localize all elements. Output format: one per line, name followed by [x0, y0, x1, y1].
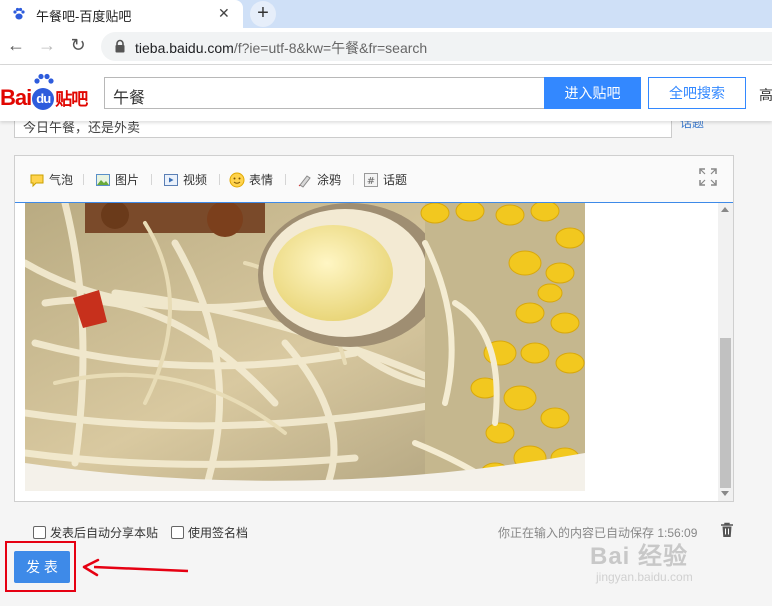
baidu-paw-icon	[13, 7, 25, 20]
tool-topic-label: 话题	[383, 173, 408, 187]
all-tieba-search-button[interactable]: 全吧搜索	[648, 77, 746, 109]
enter-tieba-button[interactable]: 进入贴吧	[544, 77, 641, 109]
topic-icon: #	[364, 172, 378, 187]
fullscreen-icon[interactable]	[699, 168, 717, 186]
close-icon[interactable]: ✕	[218, 5, 230, 22]
lunch-photo	[25, 203, 585, 491]
address-bar[interactable]: tieba.baidu.com/f?ie=utf-8&kw=午餐&fr=sear…	[101, 32, 772, 61]
tool-graffiti-label: 涂鸦	[317, 173, 342, 187]
tool-graffiti[interactable]: 涂鸦	[297, 171, 341, 188]
search-input[interactable]: 午餐	[104, 77, 544, 109]
signature-option[interactable]: 使用签名档	[171, 524, 248, 541]
browser-toolbar: ← → ↻ tieba.baidu.com/f?ie=utf-8&kw=午餐&f…	[0, 28, 772, 65]
auto-share-option[interactable]: 发表后自动分享本贴	[33, 524, 158, 541]
tool-picture-label: 图片	[115, 173, 140, 187]
scroll-thumb[interactable]	[720, 338, 731, 488]
picture-icon	[96, 173, 110, 186]
tool-emoji-label: 表情	[249, 173, 274, 187]
watermark-url: jingyan.baidu.com	[596, 570, 693, 584]
divider	[219, 174, 220, 185]
scroll-up-icon[interactable]	[721, 207, 729, 212]
divider	[151, 174, 152, 185]
tool-video[interactable]: 视频	[163, 171, 207, 188]
forward-icon[interactable]: →	[37, 35, 57, 55]
logo-tieba: 贴吧	[55, 90, 88, 109]
url-domain: tieba.baidu.com	[135, 40, 234, 56]
search-input-value: 午餐	[113, 90, 146, 107]
reload-icon[interactable]: ↻	[68, 35, 88, 55]
tab-title: 午餐吧-百度贴吧	[36, 9, 132, 24]
video-icon	[164, 173, 178, 186]
scroll-down-icon[interactable]	[721, 491, 729, 496]
logo-bai: Bai	[0, 85, 32, 110]
post-button[interactable]: 发 表	[14, 551, 70, 583]
tool-bubble[interactable]: 气泡	[29, 171, 73, 188]
trash-icon[interactable]	[720, 522, 734, 538]
editor-content[interactable]	[15, 203, 733, 501]
back-icon[interactable]: ←	[6, 35, 26, 55]
watermark: Bai 经验	[590, 543, 689, 570]
header-edge-text[interactable]: 高	[759, 85, 772, 105]
editor-scrollbar[interactable]	[718, 203, 733, 501]
new-tab-button[interactable]: +	[250, 1, 276, 27]
graffiti-icon	[298, 174, 311, 188]
tool-bubble-label: 气泡	[49, 173, 74, 187]
signature-label: 使用签名档	[188, 526, 249, 540]
divider	[353, 174, 354, 185]
url-path: /f?ie=utf-8&kw=午餐&fr=search	[233, 40, 428, 56]
lock-icon	[115, 39, 125, 53]
post-editor: 气泡 图片 视频 表情 涂鸦 # 话题	[14, 155, 734, 502]
tieba-header: Bai du 贴吧 午餐 进入贴吧 全吧搜索 高	[0, 65, 772, 121]
red-arrow-annotation	[82, 558, 189, 577]
logo-text: Bai du 贴吧	[0, 85, 88, 111]
tool-emoji[interactable]: 表情	[229, 171, 273, 188]
browser-tab[interactable]: 午餐吧-百度贴吧 ✕	[0, 0, 243, 28]
baidu-tieba-logo[interactable]: Bai du 贴吧	[0, 73, 100, 111]
tool-picture[interactable]: 图片	[95, 171, 139, 188]
tool-topic[interactable]: # 话题	[363, 171, 407, 188]
signature-checkbox[interactable]	[171, 526, 184, 539]
emoji-icon	[229, 172, 245, 187]
logo-du: du	[32, 88, 55, 111]
bubble-icon	[30, 174, 44, 187]
auto-share-label: 发表后自动分享本贴	[50, 526, 159, 540]
browser-tabstrip: 午餐吧-百度贴吧 ✕ +	[0, 0, 772, 28]
auto-share-checkbox[interactable]	[33, 526, 46, 539]
divider	[83, 174, 84, 185]
tool-video-label: 视频	[183, 173, 208, 187]
svg-text:#: #	[367, 176, 375, 187]
editor-toolbar: 气泡 图片 视频 表情 涂鸦 # 话题	[15, 156, 733, 203]
divider	[285, 174, 286, 185]
url-text: tieba.baidu.com/f?ie=utf-8&kw=午餐&fr=sear…	[135, 38, 427, 58]
